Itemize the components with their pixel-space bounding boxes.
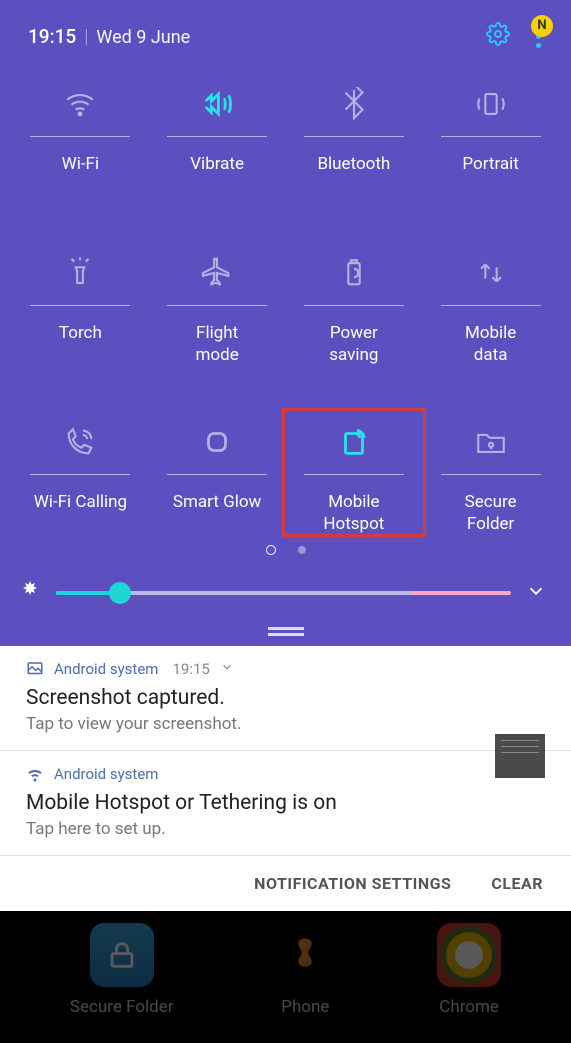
app-secure-folder[interactable]: Secure Folder [70,923,174,1017]
brightness-thumb[interactable] [109,582,131,604]
notif-title: Mobile Hotspot or Tethering is on [26,791,549,815]
tile-bluetooth[interactable]: Bluetooth [286,80,423,197]
brightness-expand-icon[interactable] [525,580,547,606]
portrait-icon [474,80,508,128]
brightness-icon [18,579,42,607]
notif-subtitle: Tap here to set up. [26,819,549,839]
user-avatar: N [531,15,553,37]
tile-label: Bluetooth [317,153,390,197]
tile-flight-mode[interactable]: Flight mode [149,249,286,366]
panel-drag-handle[interactable] [0,627,571,646]
power-icon [337,249,371,297]
tile-label: Wi-Fi Calling [34,491,127,535]
notif-title: Screenshot captured. [26,686,549,710]
wi-fi-icon [63,80,97,128]
tile-power-saving[interactable]: Power saving [286,249,423,366]
notification-hotspot[interactable]: Android system Mobile Hotspot or Tetheri… [0,751,571,856]
wi-fi-calling-icon [63,418,97,466]
status-datetime: 19:15 | Wed 9 June [28,25,190,48]
tile-label: Smart Glow [173,491,261,535]
tile-label: Power saving [329,322,378,366]
user-menu[interactable]: N [536,25,543,48]
page-dot-2[interactable] [298,546,306,554]
tile-vibrate[interactable]: Vibrate [149,80,286,197]
app-chrome[interactable]: Chrome [437,923,501,1017]
tile-torch[interactable]: Torch [12,249,149,366]
tile-mobile-data[interactable]: Mobile data [422,249,559,366]
torch-icon [63,249,97,297]
tile-label: Torch [59,322,102,366]
status-bar: 19:15 | Wed 9 June N [0,0,571,60]
page-dot-1[interactable] [266,545,276,555]
tile-label: Vibrate [190,153,244,197]
notification-list: Android system 19:15 Screenshot captured… [0,646,571,911]
mobile-icon [337,418,371,466]
notif-app-name: Android system [54,660,158,678]
clock: 19:15 [28,25,76,48]
tile-wi-fi-calling[interactable]: Wi-Fi Calling [12,418,149,535]
quick-tiles-grid: Wi-Fi Vibrate Bluetooth Portrait Torch Flight… [0,60,571,535]
date: Wed 9 June [96,27,190,48]
bluetooth-icon [337,80,371,128]
page-indicator[interactable] [0,545,571,555]
vibrate-icon [200,80,234,128]
tile-wi-fi[interactable]: Wi-Fi [12,80,149,197]
tile-label: Secure Folder [465,491,517,535]
tile-label: Wi-Fi [62,153,99,197]
tile-label: Mobile data [465,322,516,366]
mobile-icon [474,249,508,297]
chrome-icon [437,923,501,987]
notif-action-bar: NOTIFICATION SETTINGS CLEAR [0,856,571,911]
secure-folder-icon [90,923,154,987]
tile-label: Portrait [462,153,518,197]
phone-icon [273,923,337,987]
tile-label: Mobile Hotspot [323,491,384,535]
notification-settings-button[interactable]: NOTIFICATION SETTINGS [254,874,451,893]
screenshot-thumbnail[interactable] [495,734,545,778]
brightness-slider[interactable] [56,591,511,595]
wifi-icon [26,765,44,783]
tile-label: Flight mode [196,322,239,366]
flight-icon [200,249,234,297]
secure-icon [474,418,508,466]
notif-subtitle: Tap to view your screenshot. [26,714,549,734]
clear-button[interactable]: CLEAR [491,874,543,893]
tile-secure-folder[interactable]: Secure Folder [422,418,559,535]
brightness-slider-row [0,573,571,627]
smart-glow-icon [200,418,234,466]
tile-mobile-hotspot[interactable]: Mobile Hotspot [286,418,423,535]
notification-screenshot[interactable]: Android system 19:15 Screenshot captured… [0,646,571,751]
app-phone[interactable]: Phone [273,923,337,1017]
notif-time: 19:15 [172,660,209,678]
picture-icon [26,660,44,678]
notif-app-name: Android system [54,765,158,783]
tile-portrait[interactable]: Portrait [422,80,559,197]
tile-smart-glow[interactable]: Smart Glow [149,418,286,535]
quick-settings-panel: 19:15 | Wed 9 June N Wi-Fi Vibrate Bluetoo… [0,0,571,646]
home-dock: Secure Folder Phone Chrome [0,911,571,1043]
settings-gear-icon[interactable] [486,22,510,50]
chevron-down-icon[interactable] [220,660,234,678]
